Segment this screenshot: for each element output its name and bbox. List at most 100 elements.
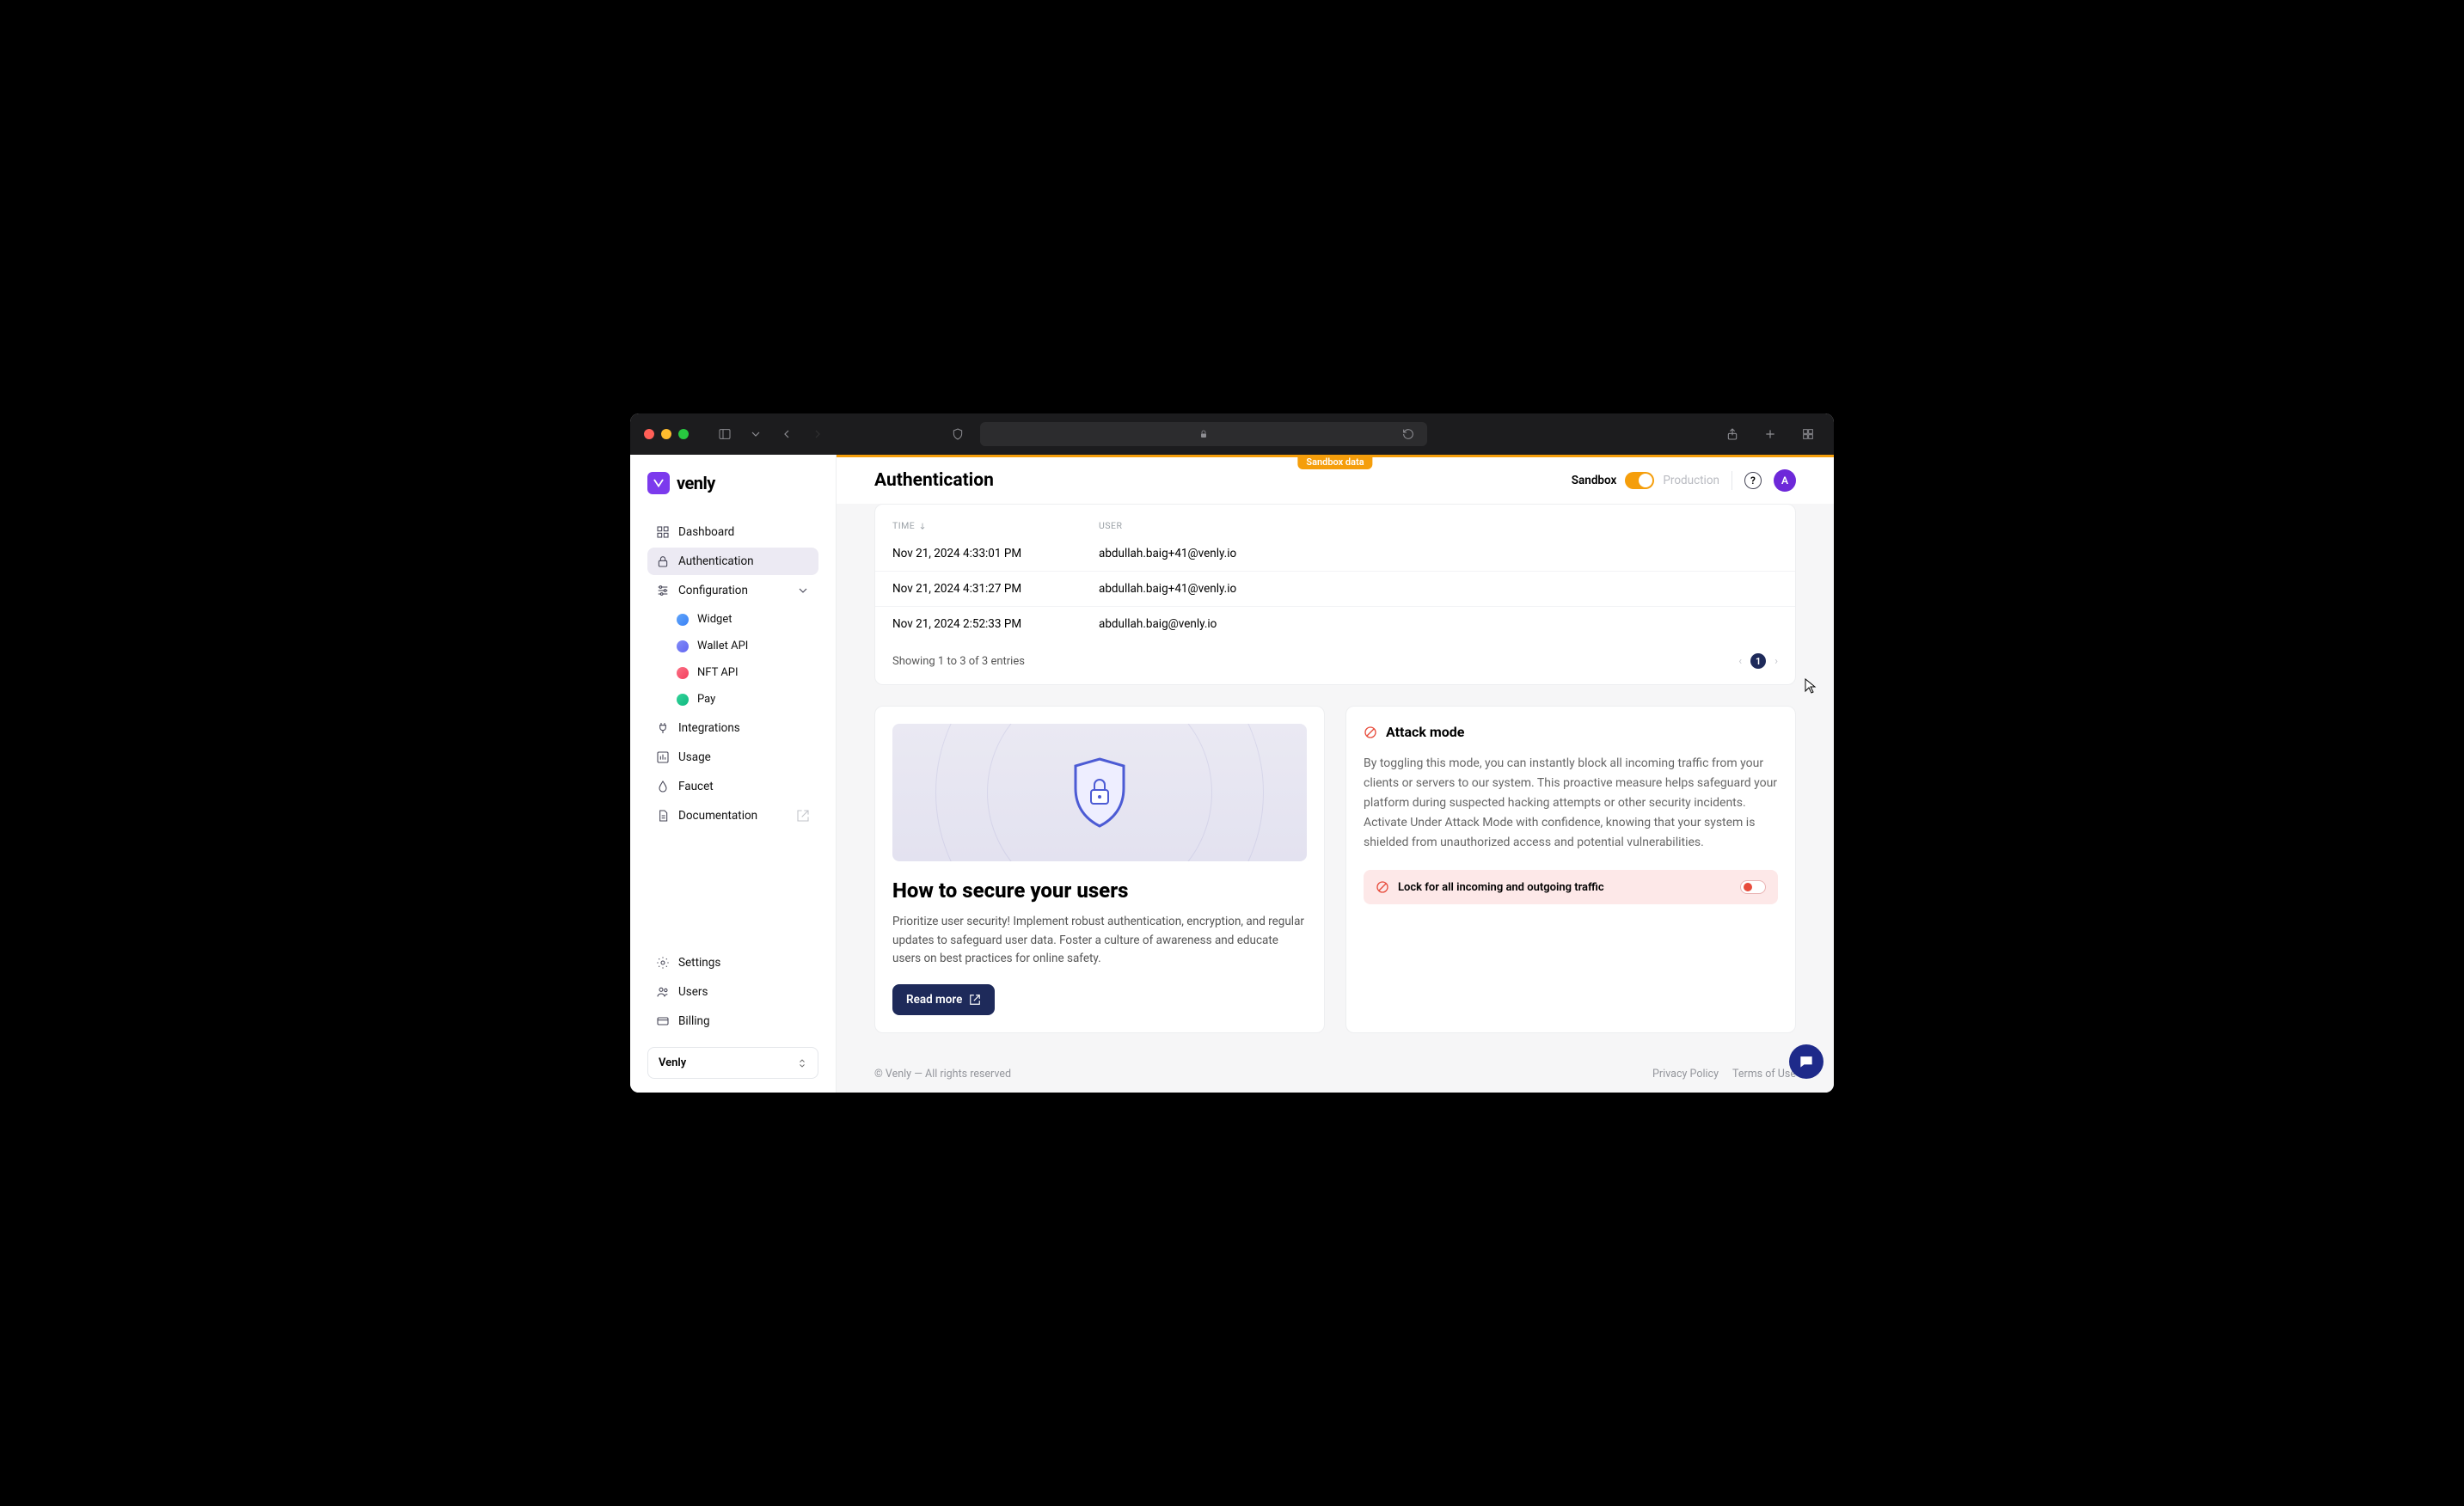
- sidebar-item-usage[interactable]: Usage: [647, 744, 818, 771]
- chevron-down-icon: [796, 584, 810, 597]
- sidebar-item-label: NFT API: [697, 666, 739, 679]
- back-button[interactable]: [775, 422, 799, 446]
- toggle-switch[interactable]: [1625, 472, 1654, 489]
- url-bar[interactable]: [980, 422, 1427, 446]
- window-controls: [644, 429, 689, 439]
- hero-illustration: [892, 724, 1307, 861]
- sidebar-item-label: Usage: [678, 750, 711, 764]
- lock-traffic-label: Lock for all incoming and outgoing traff…: [1398, 881, 1732, 894]
- sidebar: venly Dashboard Authentication Configura…: [630, 455, 837, 1093]
- column-header-time[interactable]: TIME: [892, 520, 1099, 531]
- sidebar-item-dashboard[interactable]: Dashboard: [647, 518, 818, 546]
- table-row: Nov 21, 2024 4:33:01 PM abdullah.baig+41…: [875, 536, 1795, 571]
- org-name: Venly: [659, 1056, 686, 1069]
- sidebar-item-integrations[interactable]: Integrations: [647, 714, 818, 742]
- footer-privacy-link[interactable]: Privacy Policy: [1652, 1068, 1719, 1081]
- help-icon[interactable]: ?: [1744, 472, 1762, 489]
- env-production-label: Production: [1663, 474, 1719, 487]
- sidebar-item-authentication[interactable]: Authentication: [647, 548, 818, 575]
- table-row: Nov 21, 2024 4:31:27 PM abdullah.baig+41…: [875, 571, 1795, 606]
- reload-button[interactable]: [1396, 422, 1420, 446]
- pay-dot-icon: [677, 694, 689, 706]
- drop-icon: [656, 780, 670, 793]
- lock-traffic-toggle[interactable]: [1740, 880, 1766, 894]
- sidebar-item-label: Faucet: [678, 780, 714, 793]
- cell-time: Nov 21, 2024 2:52:33 PM: [892, 617, 1099, 631]
- footer: © Venly — All rights reserved Privacy Po…: [837, 1056, 1834, 1093]
- pagination-page[interactable]: 1: [1750, 653, 1766, 669]
- lock-icon: [656, 554, 670, 568]
- column-header-user[interactable]: USER: [1099, 520, 1778, 531]
- sidebar-item-label: Integrations: [678, 721, 740, 735]
- sidebar-item-nft-api[interactable]: NFT API: [668, 659, 818, 686]
- sidebar-item-label: Pay: [697, 693, 715, 706]
- sidebar-item-pay[interactable]: Pay: [668, 686, 818, 713]
- sidebar-nav: Dashboard Authentication Configuration W…: [647, 518, 818, 949]
- chat-icon: [1798, 1053, 1815, 1070]
- pagination-info: Showing 1 to 3 of 3 entries: [892, 655, 1025, 668]
- pagination: Showing 1 to 3 of 3 entries ‹ 1 ›: [875, 641, 1795, 669]
- cell-user: abdullah.baig+41@venly.io: [1099, 547, 1778, 560]
- nft-dot-icon: [677, 667, 689, 679]
- pagination-next[interactable]: ›: [1774, 655, 1778, 668]
- forward-button[interactable]: [806, 422, 830, 446]
- avatar[interactable]: A: [1774, 469, 1796, 492]
- new-tab-button[interactable]: [1758, 422, 1782, 446]
- maximize-window-button[interactable]: [678, 429, 689, 439]
- widget-dot-icon: [677, 614, 689, 626]
- chat-widget-button[interactable]: [1789, 1044, 1823, 1079]
- cell-user: abdullah.baig@venly.io: [1099, 617, 1778, 631]
- sidebar-item-label: Wallet API: [697, 640, 748, 652]
- tabs-overview-icon[interactable]: [1796, 422, 1820, 446]
- table-row: Nov 21, 2024 2:52:33 PM abdullah.baig@ve…: [875, 606, 1795, 641]
- chevron-down-icon[interactable]: [744, 422, 768, 446]
- sidebar-item-label: Dashboard: [678, 525, 734, 539]
- logo-mark: [647, 472, 670, 494]
- sidebar-item-documentation[interactable]: Documentation: [647, 802, 818, 830]
- share-icon[interactable]: [1720, 422, 1744, 446]
- browser-titlebar: [630, 413, 1834, 455]
- plug-icon: [656, 721, 670, 735]
- read-more-button[interactable]: Read more: [892, 984, 995, 1015]
- privacy-shield-icon[interactable]: [946, 422, 970, 446]
- table-header: TIME USER: [875, 520, 1795, 536]
- gear-icon: [656, 956, 670, 970]
- sort-desc-icon: [918, 522, 927, 530]
- ban-icon: [1376, 880, 1389, 894]
- sidebar-item-users[interactable]: Users: [647, 978, 818, 1006]
- org-switcher[interactable]: Venly: [647, 1047, 818, 1079]
- sidebar-item-configuration[interactable]: Configuration: [647, 577, 818, 604]
- config-submenu: Widget Wallet API NFT API Pay: [647, 606, 818, 713]
- cell-time: Nov 21, 2024 4:31:27 PM: [892, 582, 1099, 596]
- footer-copyright: © Venly — All rights reserved: [874, 1068, 1011, 1081]
- auth-log-card: TIME USER Nov 21, 2024 4:33:01 PM abdull…: [874, 504, 1796, 685]
- sidebar-item-billing[interactable]: Billing: [647, 1007, 818, 1035]
- sidebar-item-wallet-api[interactable]: Wallet API: [668, 633, 818, 659]
- secure-users-card: How to secure your users Prioritize user…: [874, 706, 1325, 1033]
- logo[interactable]: venly: [647, 472, 818, 494]
- environment-toggle[interactable]: Sandbox Production: [1572, 472, 1719, 489]
- sidebar-item-label: Settings: [678, 956, 720, 970]
- cell-time: Nov 21, 2024 4:33:01 PM: [892, 547, 1099, 560]
- sandbox-banner: Sandbox data: [1297, 455, 1372, 469]
- sidebar-bottom: Settings Users Billing Venly: [647, 949, 818, 1079]
- sort-icon: [797, 1057, 807, 1069]
- content-area: Sandbox data Authentication Sandbox Prod…: [837, 455, 1834, 1093]
- cursor-icon: [1805, 678, 1817, 694]
- sidebar-item-faucet[interactable]: Faucet: [647, 773, 818, 800]
- footer-terms-link[interactable]: Terms of Use: [1732, 1068, 1796, 1081]
- close-window-button[interactable]: [644, 429, 654, 439]
- chart-icon: [656, 750, 670, 764]
- pagination-prev[interactable]: ‹: [1738, 655, 1742, 668]
- sidebar-item-widget[interactable]: Widget: [668, 606, 818, 633]
- external-link-icon: [796, 809, 810, 823]
- sidebar-item-settings[interactable]: Settings: [647, 949, 818, 976]
- minimize-window-button[interactable]: [661, 429, 671, 439]
- cell-user: abdullah.baig+41@venly.io: [1099, 582, 1778, 596]
- users-icon: [656, 985, 670, 999]
- sidebar-toggle-icon[interactable]: [713, 422, 737, 446]
- attack-mode-card: Attack mode By toggling this mode, you c…: [1345, 706, 1796, 1033]
- page-title: Authentication: [874, 470, 994, 491]
- dashboard-icon: [656, 525, 670, 539]
- sidebar-item-label: Documentation: [678, 809, 757, 823]
